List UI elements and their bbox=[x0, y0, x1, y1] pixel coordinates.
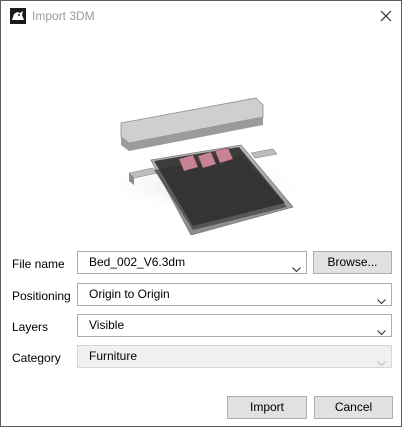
browse-button[interactable]: Browse... bbox=[313, 251, 392, 274]
chevron-down-icon bbox=[377, 353, 386, 367]
model-preview bbox=[1, 35, 401, 236]
layers-label: Layers bbox=[12, 320, 49, 334]
window-title: Import 3DM bbox=[32, 9, 95, 23]
import-button[interactable]: Import bbox=[227, 396, 307, 419]
import-3dm-dialog: Import 3DM File name Bed_002_V6.3dm Brow… bbox=[0, 0, 402, 427]
category-value: Furniture bbox=[89, 349, 138, 363]
cancel-button[interactable]: Cancel bbox=[314, 396, 393, 419]
file-name-value: Bed_002_V6.3dm bbox=[89, 255, 186, 269]
title-bar: Import 3DM bbox=[1, 1, 401, 32]
category-dropdown: Furniture bbox=[77, 345, 392, 368]
layers-dropdown[interactable]: Visible bbox=[77, 314, 392, 337]
positioning-dropdown[interactable]: Origin to Origin bbox=[77, 283, 392, 306]
file-name-combobox[interactable]: Bed_002_V6.3dm bbox=[77, 251, 307, 274]
positioning-label: Positioning bbox=[12, 289, 71, 303]
chevron-down-icon[interactable] bbox=[377, 291, 386, 305]
rhino-app-icon bbox=[10, 8, 26, 24]
file-name-label: File name bbox=[12, 257, 65, 271]
category-label: Category bbox=[12, 351, 61, 365]
positioning-value: Origin to Origin bbox=[89, 287, 170, 301]
chevron-down-icon[interactable] bbox=[377, 322, 386, 336]
close-icon[interactable] bbox=[375, 5, 397, 27]
layers-value: Visible bbox=[89, 318, 125, 332]
chevron-down-icon[interactable] bbox=[292, 259, 301, 273]
